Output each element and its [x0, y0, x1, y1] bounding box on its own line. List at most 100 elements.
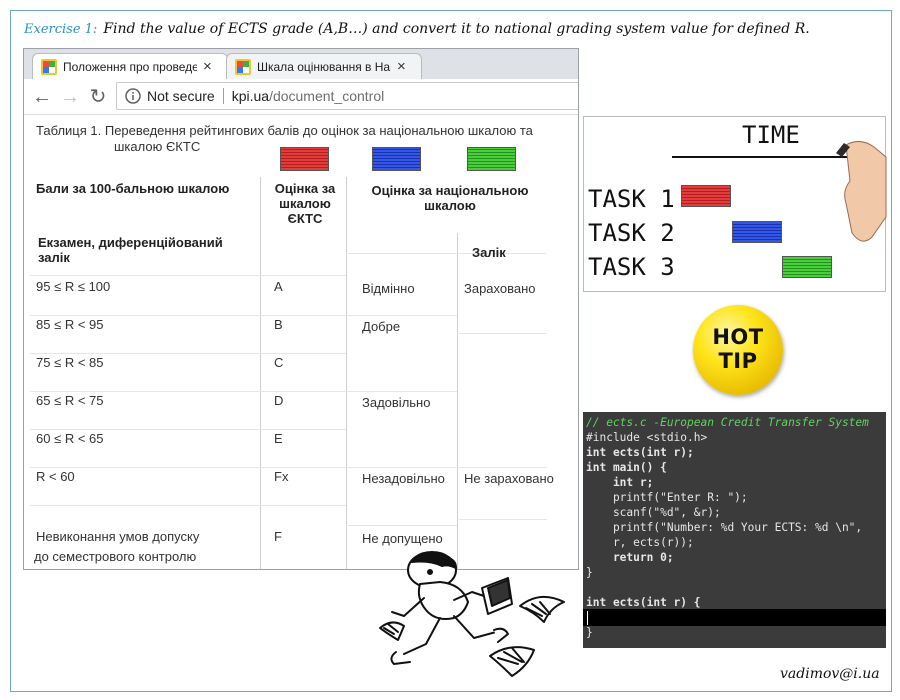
task-label: TASK 1: [588, 185, 675, 213]
header-exam: Екзамен, диференційований залік: [38, 235, 223, 265]
exam-cell: Не допущено: [362, 531, 443, 546]
ects-cell: D: [274, 393, 284, 408]
row-divider: [346, 391, 457, 392]
tab-close-icon[interactable]: ×: [397, 58, 406, 75]
reload-button[interactable]: ↻: [86, 85, 110, 109]
row-divider: [260, 429, 346, 430]
url-path: /document_control: [269, 88, 385, 104]
code-line: }: [586, 566, 593, 579]
address-separator: [222, 88, 224, 104]
code-editor[interactable]: // ects.c -European Credit Transfer Syst…: [583, 412, 886, 648]
credit-cell: Зараховано: [464, 281, 536, 296]
tab-title: Шкала оцінювання в Наці: [257, 59, 391, 74]
site-favicon-icon: [41, 58, 57, 75]
hot-tip-line: HOT: [712, 325, 764, 349]
code-line: printf("Number: %d Your ECTS: %d \n",: [586, 521, 863, 534]
exam-cell: Незадовільно: [362, 471, 445, 486]
row-divider: [346, 467, 457, 468]
exercise-heading: Exercise 1: Find the value of ECTS grade …: [24, 21, 810, 37]
score-cell: 75 ≤ R < 85: [36, 355, 104, 370]
code-line: int r;: [586, 476, 654, 489]
back-button[interactable]: ←: [30, 85, 54, 109]
tab-bar: Положення про проведенн × Шкала оцінюван…: [24, 49, 578, 79]
code-line: int ects(int r) {: [586, 596, 701, 609]
row-divider: [30, 467, 260, 468]
address-bar[interactable]: Not secure kpi.ua/document_control: [116, 82, 578, 110]
row-divider: [30, 391, 260, 392]
score-cell: Невиконання умов допуску: [36, 529, 200, 544]
security-label: Not secure: [147, 88, 215, 104]
score-cell: 60 ≤ R < 65: [36, 431, 104, 446]
page-content: Таблиця 1. Переведення рейтингових балів…: [24, 115, 578, 569]
header-credit: Залік: [472, 245, 506, 260]
header-ects: Оцінка за шкалою ЄКТС: [274, 181, 336, 226]
task-2-bar: [732, 221, 782, 243]
ects-cell: A: [274, 279, 283, 294]
exercise-text: Find the value of ECTS grade (A,B…) and …: [103, 21, 810, 37]
score-cell: R < 60: [36, 469, 75, 484]
code-line: int main() {: [586, 461, 667, 474]
ects-cell: E: [274, 431, 283, 446]
row-divider: [30, 315, 260, 316]
text-cursor: [587, 611, 588, 625]
exam-cell: Задовільно: [362, 395, 431, 410]
tab-grading-scale[interactable]: Шкала оцінювання в Наці ×: [226, 53, 422, 79]
row-divider: [260, 315, 346, 316]
blue-marker: [372, 147, 421, 171]
child-with-books-illustration: [379, 551, 565, 677]
ects-cell: B: [274, 317, 283, 332]
credit-cell: Не зараховано: [464, 471, 554, 486]
caption-line: Таблиця 1. Переведення рейтингових балів…: [36, 123, 533, 138]
forward-button[interactable]: →: [58, 85, 82, 109]
site-favicon-icon: [235, 58, 251, 75]
author-email: vadimov@i.ua: [780, 666, 880, 682]
score-cell: до семестрового контролю: [34, 549, 197, 564]
hot-tip-line: TIP: [718, 349, 758, 373]
row-divider: [457, 467, 547, 468]
column-divider: [260, 177, 261, 569]
row-divider: [30, 429, 260, 430]
exercise-label: Exercise 1:: [24, 22, 98, 37]
column-divider: [346, 177, 347, 569]
task-1-bar: [681, 185, 731, 207]
task-label: TASK 3: [588, 253, 675, 281]
score-cell: 95 ≤ R ≤ 100: [36, 279, 111, 294]
row-divider: [30, 275, 260, 276]
tab-regulation[interactable]: Положення про проведенн ×: [32, 53, 228, 79]
tab-title: Положення про проведенн: [63, 59, 197, 74]
browser-window: Положення про проведенн × Шкала оцінюван…: [23, 48, 579, 570]
row-divider: [260, 353, 346, 354]
code-line: return 0;: [586, 551, 674, 564]
task-3-bar: [782, 256, 832, 278]
green-marker: [467, 147, 516, 171]
row-divider: [260, 505, 346, 506]
row-divider: [260, 391, 346, 392]
row-divider: [457, 519, 547, 520]
exam-cell: Відмінно: [362, 281, 415, 296]
score-cell: 85 ≤ R < 95: [36, 317, 104, 332]
row-divider: [260, 467, 346, 468]
code-line: #include <stdio.h>: [586, 431, 708, 444]
code-line: }: [586, 626, 593, 639]
browser-toolbar: ← → ↻ Not secure kpi.ua/document_control: [24, 79, 578, 115]
code-line: int ects(int r);: [586, 446, 694, 459]
row-divider: [30, 353, 260, 354]
header-national: Оцінка за національною шкалою: [371, 183, 529, 213]
hot-tip-badge: HOT TIP: [693, 305, 783, 395]
tab-close-icon[interactable]: ×: [203, 58, 212, 75]
ects-cell: F: [274, 529, 282, 544]
code-line: // ects.c -European Credit Transfer Syst…: [586, 416, 869, 429]
row-divider: [346, 315, 457, 316]
ects-cell: Fx: [274, 469, 289, 484]
header-score: Бали за 100-бальною шкалою: [36, 181, 230, 196]
code-line: printf("Enter R: ");: [586, 491, 748, 504]
row-divider: [457, 333, 547, 334]
code-line: scanf("%d", &r);: [586, 506, 721, 519]
exam-cell: Добре: [362, 319, 401, 334]
info-icon[interactable]: [125, 88, 141, 104]
row-divider: [260, 275, 346, 276]
code-line: r, ects(r));: [586, 536, 694, 549]
task-label: TASK 2: [588, 219, 675, 247]
row-divider: [346, 525, 457, 526]
url-host: kpi.ua: [231, 88, 270, 104]
